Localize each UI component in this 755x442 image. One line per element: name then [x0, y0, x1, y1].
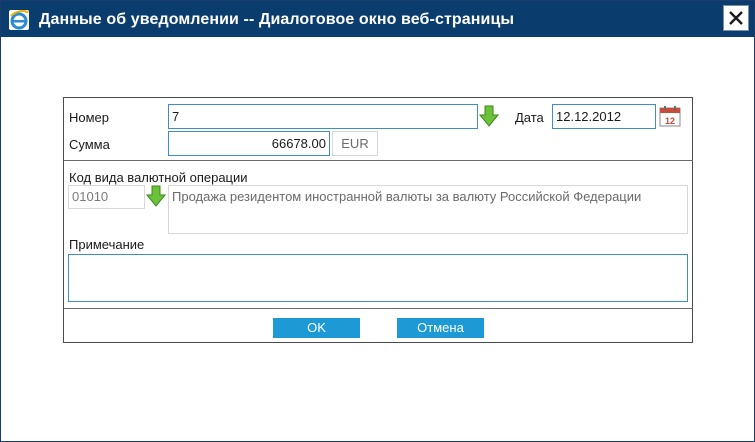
- amount-label: Сумма: [69, 137, 110, 152]
- dialog-window: Данные об уведомлении -- Диалоговое окно…: [0, 0, 755, 442]
- op-code-label: Код вида валютной операции: [69, 170, 248, 185]
- number-select-button[interactable]: [478, 105, 500, 127]
- window-title: Данные об уведомлении -- Диалоговое окно…: [39, 11, 515, 28]
- op-code-select-button[interactable]: [145, 185, 167, 207]
- ok-button[interactable]: OK: [273, 318, 360, 338]
- section-divider: [64, 160, 693, 161]
- section-divider: [64, 308, 693, 309]
- number-label: Номер: [69, 110, 110, 125]
- close-icon: [729, 11, 743, 25]
- date-input[interactable]: [552, 104, 656, 129]
- number-input[interactable]: [168, 104, 478, 129]
- op-description-field: Продажа резидентом иностранной валюты за…: [168, 185, 688, 234]
- internet-explorer-icon: [8, 9, 30, 31]
- note-textarea[interactable]: [68, 254, 688, 302]
- note-label: Примечание: [69, 237, 145, 252]
- amount-input[interactable]: [168, 131, 330, 156]
- op-code-field[interactable]: 01010: [68, 185, 145, 209]
- svg-text:12: 12: [665, 116, 675, 126]
- currency-field: EUR: [332, 131, 378, 156]
- date-label: Дата: [515, 110, 544, 125]
- green-down-arrow-icon: [145, 185, 167, 207]
- title-bar: Данные об уведомлении -- Диалоговое окно…: [1, 1, 754, 37]
- green-down-arrow-icon: [478, 105, 500, 127]
- calendar-icon: 12: [659, 106, 681, 127]
- calendar-button[interactable]: 12: [658, 104, 682, 128]
- cancel-button[interactable]: Отмена: [397, 318, 484, 338]
- close-button[interactable]: [723, 5, 749, 31]
